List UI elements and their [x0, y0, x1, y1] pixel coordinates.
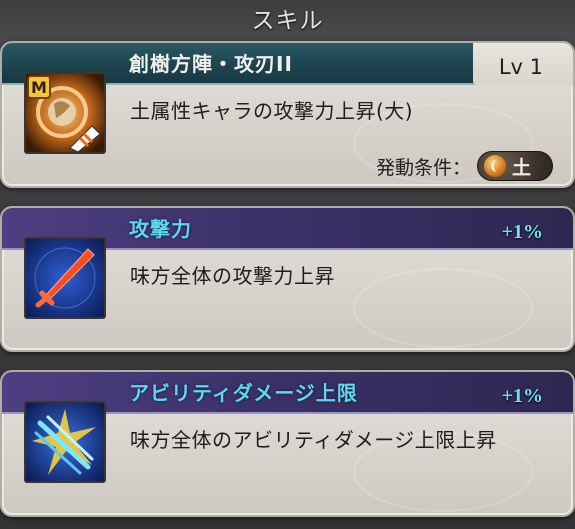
effect-card-attack[interactable]: 攻撃力 +1% 味方全体の攻撃力上昇: [0, 206, 575, 352]
earth-blade-skill-icon: M: [24, 72, 106, 154]
effect-value: +1%: [501, 221, 543, 243]
decorative-swirl: [353, 268, 533, 348]
blue-daggers-icon: [24, 401, 106, 483]
effect-description: 味方全体の攻撃力上昇: [130, 264, 335, 288]
skill-name: 創樹方陣・攻刃II: [129, 52, 293, 76]
element-badge: 土: [477, 151, 553, 181]
header-title: スキル: [251, 8, 324, 34]
svg-text:M: M: [31, 78, 47, 97]
condition-label: 発動条件：: [375, 156, 471, 179]
effect-name: 攻撃力: [129, 217, 192, 241]
skill-description: 土属性キャラの攻撃力上昇(大): [130, 99, 414, 123]
skill-level: Lv 1: [498, 55, 543, 79]
effect-value: +1%: [501, 385, 543, 407]
skill-header: スキル: [0, 0, 575, 34]
earth-element-icon: [484, 155, 506, 177]
effect-description: 味方全体のアビリティダメージ上限上昇: [130, 428, 497, 452]
activation-condition: 発動条件： 土: [376, 149, 553, 183]
red-sword-icon: [24, 237, 106, 319]
condition-element: 土: [512, 156, 532, 179]
level-box: Lv 1: [473, 43, 573, 85]
effect-name: アビリティダメージ上限: [129, 381, 358, 405]
skill-card[interactable]: 創樹方陣・攻刃II Lv 1 M 土属性キャラの攻撃力上昇(大) 発動条件： 土: [0, 41, 575, 188]
effect-card-ability-cap[interactable]: アビリティダメージ上限 +1% 味方全体のアビリティダメージ上限上昇: [0, 370, 575, 517]
